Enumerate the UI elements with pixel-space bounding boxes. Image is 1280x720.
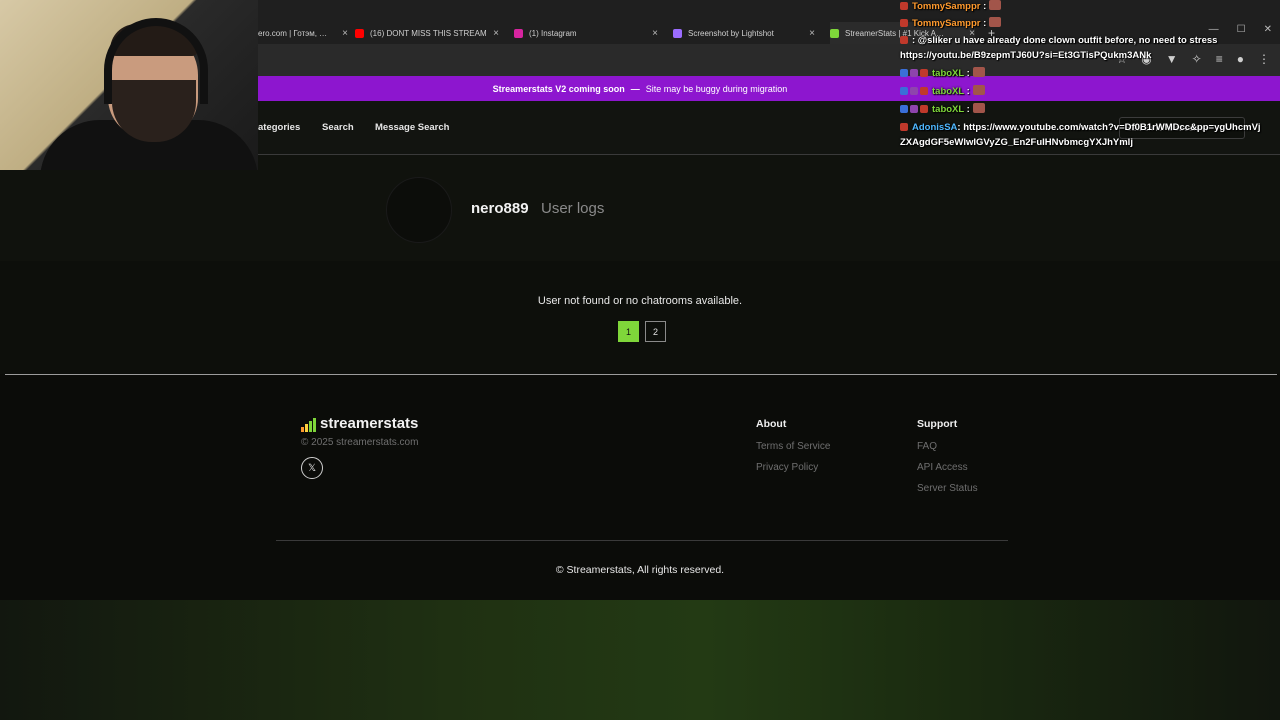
streamerstats-icon [830,28,839,38]
badge-icon [900,19,908,27]
browser-tab[interactable]: ero.com | Готэм, … × [258,22,348,44]
chat-message: taboXL : [900,67,985,79]
badge-icon [900,36,908,44]
logs-content: User not found or no chatrooms available… [0,261,1280,374]
avatar [386,177,452,243]
badge-icon [900,105,908,113]
chat-text: : [983,18,987,29]
chat-text: : [966,68,970,79]
lightshot-icon [673,28,682,38]
page-button-1[interactable]: 1 [618,321,639,342]
footer-copyright-small: © 2025 streamerstats.com [301,437,419,448]
profile-header: nero889 User logs [0,155,1280,261]
tab-title: (1) Instagram [529,28,577,38]
footer-copyright: © Streamerstats, All rights reserved. [555,564,725,576]
about-title: About [756,418,787,430]
chat-text: : @sliker u have already done clown outf… [900,35,1218,61]
badge-icon [900,123,908,131]
close-icon[interactable]: × [493,28,499,39]
browser-tab[interactable]: (1) Instagram × [514,22,658,44]
logo-bars-icon [301,418,316,432]
nav-categories[interactable]: ategories [258,122,300,133]
pagination: 1 2 [618,321,666,342]
api-access-link[interactable]: API Access [917,462,968,473]
emote-icon [989,17,1002,27]
nav-search[interactable]: Search [322,122,354,133]
chat-username: TommySamppr [912,18,981,29]
badge-icon [920,87,928,95]
close-window-icon[interactable]: ✕ [1264,24,1272,35]
browser-tab[interactable]: Screenshot by Lightshot × [673,22,815,44]
close-icon[interactable]: × [342,28,348,39]
instagram-icon [514,28,523,38]
page-button-2[interactable]: 2 [645,321,666,342]
chat-text: : [966,86,970,97]
browser-tab[interactable]: (16) DONT MISS THIS STREAM × [355,22,499,44]
close-icon[interactable]: × [809,28,815,39]
background-glow [0,600,1280,720]
emote-icon [972,85,985,95]
footer-divider [276,540,1008,541]
terms-link[interactable]: Terms of Service [756,441,830,452]
chat-message: AdonisSA: https://www.youtube.com/watch?… [900,120,1262,150]
badge-icon [920,105,928,113]
badge-icon [910,69,918,77]
tab-title: (16) DONT MISS THIS STREAM [370,28,487,38]
faq-link[interactable]: FAQ [917,441,937,452]
webcam-overlay [0,0,258,170]
chat-message: taboXL : [900,103,985,115]
chat-text: : [983,1,987,12]
banner-title: Streamerstats V2 coming soon [492,83,625,94]
chat-message: TommySamppr : [900,0,1002,12]
badge-icon [920,69,928,77]
badge-icon [900,69,908,77]
chat-message: TommySamppr : [900,17,1002,29]
chat-username: taboXL [932,86,965,97]
emote-icon [972,103,985,113]
emote-icon [989,0,1002,10]
empty-state-message: User not found or no chatrooms available… [537,295,743,307]
tab-title: Screenshot by Lightshot [688,28,774,38]
chat-username: TommySamppr [912,1,981,12]
footer: streamerstats © 2025 streamerstats.com 𝕏… [0,375,1280,600]
badge-icon [910,105,918,113]
support-title: Support [917,418,958,430]
page-label: User logs [541,200,605,217]
emote-icon [972,67,985,77]
chat-username: taboXL [932,68,965,79]
badge-icon [900,87,908,95]
nav-message-search[interactable]: Message Search [375,122,449,133]
tab-title: ero.com | Готэм, … [258,28,328,38]
streamerstats-logo[interactable]: streamerstats [301,415,418,432]
youtube-icon [355,28,364,38]
badge-icon [900,2,908,10]
username: nero889 [471,200,529,217]
banner-subtitle: Site may be buggy during migration [645,83,788,94]
banner-separator: — [630,83,640,94]
server-status-link[interactable]: Server Status [917,483,978,494]
chat-username: taboXL [932,104,965,115]
badge-icon [910,87,918,95]
chat-text: : [966,104,970,115]
chat-message: : @sliker u have already done clown outf… [900,33,1262,63]
privacy-link[interactable]: Privacy Policy [756,462,818,473]
chat-message: taboXL : [900,85,985,97]
x-icon[interactable]: 𝕏 [301,457,323,479]
logo-text: streamerstats [320,415,419,432]
close-icon[interactable]: × [652,28,658,39]
chat-username: AdonisSA [912,122,958,133]
